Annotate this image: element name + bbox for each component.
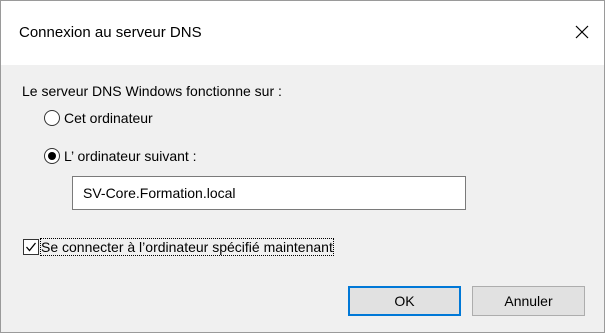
radio-this-computer-circle[interactable] [44,110,60,126]
connect-now-checkbox-row[interactable]: Se connecter à l’ordinateur spécifié mai… [23,237,334,257]
dialog-title: Connexion au serveur DNS [19,24,202,41]
radio-following-computer[interactable]: L’ ordinateur suivant : [44,146,197,166]
server-prompt: Le serveur DNS Windows fonctionne sur : [22,83,282,99]
title-bar: Connexion au serveur DNS [1,1,604,65]
dialog-body: Le serveur DNS Windows fonctionne sur : … [1,65,604,332]
close-button[interactable] [558,1,604,65]
radio-following-computer-label: L’ ordinateur suivant : [64,148,197,164]
ok-button[interactable]: OK [348,286,461,316]
server-name-input[interactable] [72,176,466,210]
dialog-window: Connexion au serveur DNS Le serveur DNS … [0,0,605,333]
close-icon [575,25,589,39]
radio-this-computer-label: Cet ordinateur [64,110,153,126]
radio-following-computer-circle[interactable] [44,148,60,164]
radio-this-computer[interactable]: Cet ordinateur [44,108,153,128]
checkmark-icon [26,242,37,252]
connect-now-label: Se connecter à l’ordinateur spécifié mai… [40,238,334,256]
connect-now-checkbox[interactable] [23,239,39,255]
cancel-button[interactable]: Annuler [472,286,585,316]
